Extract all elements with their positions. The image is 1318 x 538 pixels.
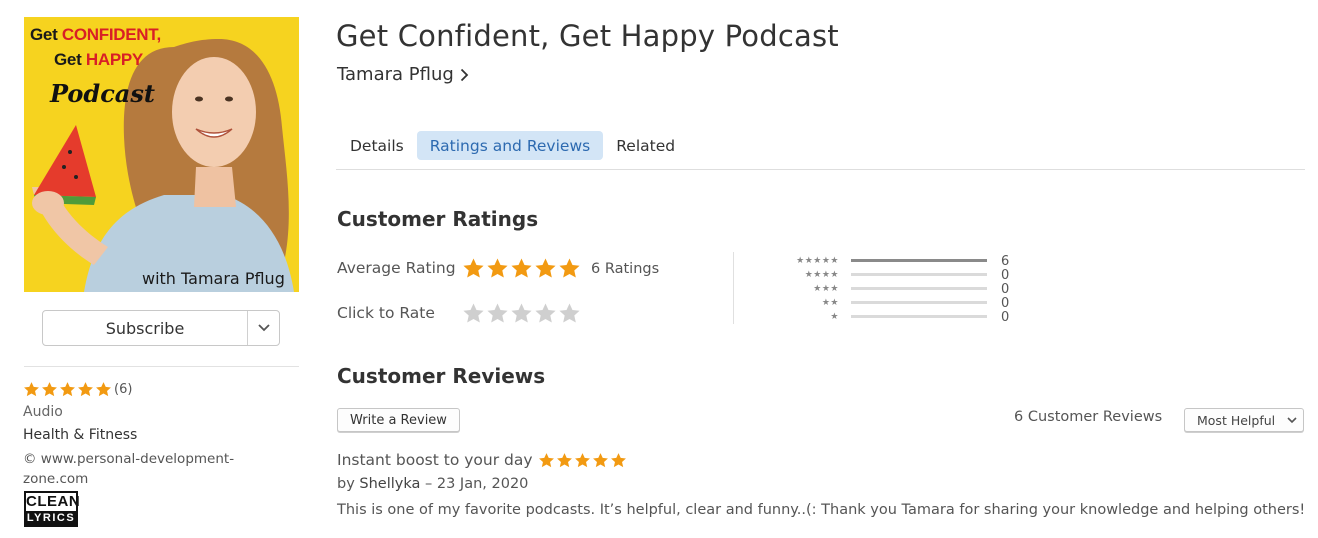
tabs-divider — [336, 169, 1305, 170]
histogram-stars: ★★ — [821, 298, 839, 308]
click-to-rate-stars[interactable] — [462, 302, 582, 325]
subscribe-control: Subscribe — [42, 310, 280, 346]
histogram-bar — [851, 315, 987, 318]
histogram-count: 0 — [1001, 296, 1010, 311]
rate-star-icon[interactable] — [462, 302, 485, 325]
rate-star-icon[interactable] — [486, 302, 509, 325]
badge-bottom-text: LYRICS — [26, 511, 76, 525]
histogram-count: 6 — [1001, 254, 1010, 269]
histogram-stars: ★★★ — [813, 284, 839, 294]
star-icon — [42, 382, 57, 397]
badge-top-text: CLEAN — [26, 493, 81, 510]
review-title-text: Instant boost to your day — [337, 451, 533, 469]
star-icon — [487, 258, 508, 278]
review-by-prefix: by — [337, 476, 360, 492]
average-rating-count: 6 Ratings — [591, 261, 660, 277]
histogram-row: ★★★★ 0 — [780, 268, 1020, 282]
histogram-count: 0 — [1001, 282, 1010, 297]
tab-related[interactable]: Related — [603, 131, 688, 160]
star-icon — [96, 382, 111, 397]
star-icon — [463, 258, 484, 278]
star-icon — [538, 452, 554, 467]
star-icon — [24, 382, 39, 397]
category-link[interactable]: Health & Fitness — [23, 427, 137, 443]
histogram-bar — [851, 287, 987, 290]
page-title: Get Confident, Get Happy Podcast — [336, 19, 839, 53]
histogram-count: 0 — [1001, 268, 1010, 283]
review-date: – 23 Jan, 2020 — [420, 476, 529, 492]
write-review-button[interactable]: Write a Review — [337, 408, 460, 432]
histogram-bar — [851, 259, 987, 262]
sort-select-value: Most Helpful — [1197, 412, 1276, 428]
rate-star-icon[interactable] — [534, 302, 557, 325]
chevron-down-icon — [257, 324, 270, 332]
sidebar-rating: (6) — [23, 381, 132, 398]
podcast-artwork: Get CONFIDENT, Get HAPPY Podcast with Ta… — [24, 17, 299, 292]
histogram-bar — [851, 301, 987, 304]
sidebar-divider — [24, 366, 299, 367]
histogram-bar — [851, 273, 987, 276]
tab-details[interactable]: Details — [337, 131, 417, 160]
histogram-row: ★ 0 — [780, 310, 1020, 324]
histogram-stars: ★★★★ — [804, 270, 839, 280]
histogram-row: ★★ 0 — [780, 296, 1020, 310]
average-rating-stars — [462, 257, 582, 280]
rate-star-icon[interactable] — [510, 302, 533, 325]
review-byline: by Shellyka – 23 Jan, 2020 — [337, 476, 528, 492]
star-icon — [610, 452, 626, 467]
ratings-divider — [733, 252, 734, 324]
tab-ratings-and-reviews[interactable]: Ratings and Reviews — [416, 131, 604, 160]
subscribe-options-button[interactable] — [248, 311, 279, 345]
star-icon — [559, 258, 580, 278]
clean-lyrics-badge: CLEAN LYRICS — [24, 491, 81, 527]
star-icon — [78, 382, 93, 397]
histogram-count: 0 — [1001, 310, 1010, 325]
histogram-stars: ★ — [830, 312, 839, 322]
sidebar-rating-count: (6) — [114, 382, 133, 397]
star-icon — [592, 452, 608, 467]
chevron-down-icon — [1287, 417, 1297, 424]
genre-label: Audio — [23, 404, 63, 420]
artwork-title-line2: Get HAPPY — [54, 50, 143, 69]
sort-select[interactable]: Most Helpful — [1184, 408, 1304, 432]
histogram-bar-fill — [851, 259, 987, 262]
review-title: Instant boost to your day — [337, 451, 628, 469]
review-stars — [538, 452, 628, 469]
star-icon — [574, 452, 590, 467]
star-icon — [556, 452, 572, 467]
review-author: Shellyka — [359, 476, 421, 492]
copyright-text: © www.personal-development-zone.com — [23, 451, 235, 487]
artist-link[interactable]: Tamara Pflug — [337, 64, 469, 85]
customer-reviews-heading: Customer Reviews — [337, 364, 546, 388]
histogram-stars: ★★★★★ — [796, 256, 839, 266]
histogram-row: ★★★ 0 — [780, 282, 1020, 296]
artist-name: Tamara Pflug — [337, 64, 454, 85]
histogram-row: ★★★★★ 6 — [780, 254, 1020, 268]
average-rating-label: Average Rating — [337, 259, 456, 277]
review-body: This is one of my favorite podcasts. It’… — [337, 502, 1306, 518]
chevron-right-icon — [460, 68, 469, 81]
star-icon — [535, 258, 556, 278]
sidebar-rating-stars — [23, 381, 113, 398]
rate-star-icon[interactable] — [558, 302, 581, 325]
customer-ratings-heading: Customer Ratings — [337, 207, 539, 231]
artwork-title-line1: Get CONFIDENT, — [30, 25, 161, 44]
artwork-title-line3: Podcast — [50, 79, 155, 108]
tab-bar: Details Ratings and Reviews Related — [337, 131, 688, 160]
star-icon — [60, 382, 75, 397]
subscribe-button[interactable]: Subscribe — [43, 311, 248, 345]
click-to-rate-label: Click to Rate — [337, 304, 435, 322]
review-total: 6 Customer Reviews — [1014, 409, 1163, 425]
star-icon — [511, 258, 532, 278]
rating-histogram: ★★★★★ 6 ★★★★ 0 ★★★ 0 ★★ 0 ★ 0 — [780, 254, 1020, 324]
artwork-credit: with Tamara Pflug — [142, 269, 285, 288]
